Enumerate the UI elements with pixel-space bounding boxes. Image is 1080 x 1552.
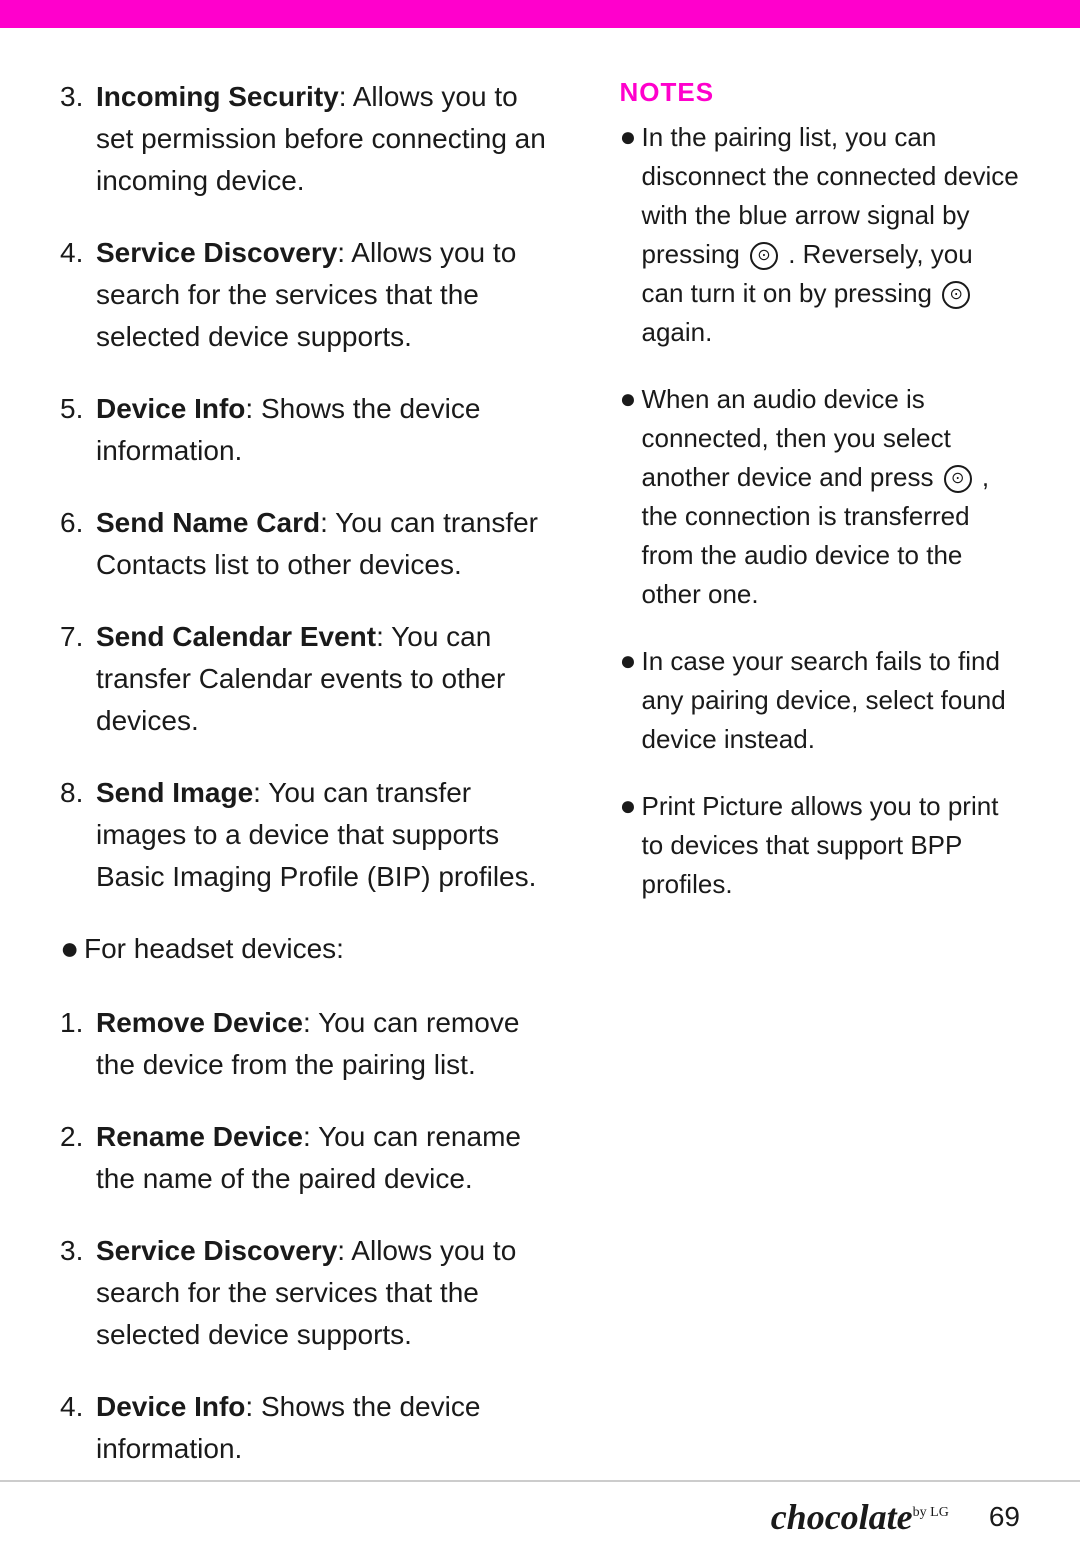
right-column: NOTES ● In the pairing list, you can dis… [610,76,1021,1500]
list-item-6: 6. Send Name Card: You can transfer Cont… [60,502,550,586]
headset-content-1: Remove Device: You can remove the device… [96,1002,550,1086]
note-item-1: ● In the pairing list, you can disconnec… [620,118,1021,352]
list-item-4: 4. Service Discovery: Allows you to sear… [60,232,550,358]
list-item-5: 5. Device Info: Shows the device informa… [60,388,550,472]
note-text-4: Print Picture allows you to print to dev… [642,787,1021,904]
content-area: 3. Incoming Security: Allows you to set … [0,28,1080,1500]
notes-label: NOTES [620,77,715,108]
list-item-3: 3. Incoming Security: Allows you to set … [60,76,550,202]
brand-suffix: by LG [913,1505,949,1520]
headset-content-4: Device Info: Shows the device informatio… [96,1386,550,1470]
bullet-dot-headset: ● [60,924,84,972]
footer-brand: chocolateby LG 69 [771,1496,1020,1538]
list-number-8: 8. [60,772,96,814]
headset-bullet-list: ● For headset devices: [60,928,550,972]
list-number-7: 7. [60,616,96,658]
left-column: 3. Incoming Security: Allows you to set … [60,76,570,1500]
headset-bold-3: Service Discovery [96,1235,337,1266]
list-item-8: 8. Send Image: You can transfer images t… [60,772,550,898]
headset-item-4: 4. Device Info: Shows the device informa… [60,1386,550,1470]
note-bullet-1: ● [620,116,642,158]
headset-number-2: 2. [60,1116,96,1158]
list-content-6: Send Name Card: You can transfer Contact… [96,502,550,586]
note-item-4: ● Print Picture allows you to print to d… [620,787,1021,904]
headset-number-3: 3. [60,1230,96,1272]
list-bold-7: Send Calendar Event [96,621,376,652]
main-numbered-list: 3. Incoming Security: Allows you to set … [60,76,550,898]
list-content-8: Send Image: You can transfer images to a… [96,772,550,898]
list-item-7: 7. Send Calendar Event: You can transfer… [60,616,550,742]
note-item-3: ● In case your search fails to find any … [620,642,1021,759]
notes-list: ● In the pairing list, you can disconnec… [620,118,1021,904]
list-bold-3: Incoming Security [96,81,339,112]
headset-numbered-list: 1. Remove Device: You can remove the dev… [60,1002,550,1470]
headset-content-2: Rename Device: You can rename the name o… [96,1116,550,1200]
note-text-2: When an audio device is connected, then … [642,380,1021,614]
list-bold-5: Device Info [96,393,245,424]
bullet-headset-text: For headset devices: [84,928,550,970]
headset-item-1: 1. Remove Device: You can remove the dev… [60,1002,550,1086]
circle-icon-2: ⊙ [942,281,970,309]
list-number-3: 3. [60,76,96,118]
note-text-1: In the pairing list, you can disconnect … [642,118,1021,352]
list-content-7: Send Calendar Event: You can transfer Ca… [96,616,550,742]
bullet-headset: ● For headset devices: [60,928,550,972]
list-bold-6: Send Name Card [96,507,320,538]
list-number-6: 6. [60,502,96,544]
note-bullet-2: ● [620,378,642,420]
list-content-4: Service Discovery: Allows you to search … [96,232,550,358]
headset-number-4: 4. [60,1386,96,1428]
brand-chocolate: chocolate [771,1497,913,1537]
circle-icon-1: ⊙ [750,242,778,270]
page-number: 69 [989,1501,1020,1533]
note-bullet-3: ● [620,640,642,682]
top-bar [0,0,1080,28]
list-bold-8: Send Image [96,777,253,808]
headset-content-3: Service Discovery: Allows you to search … [96,1230,550,1356]
note-item-2: ● When an audio device is connected, the… [620,380,1021,614]
note-text-3: In case your search fails to find any pa… [642,642,1021,759]
brand-name: chocolateby LG [771,1496,949,1538]
list-number-4: 4. [60,232,96,274]
headset-item-3: 3. Service Discovery: Allows you to sear… [60,1230,550,1356]
headset-number-1: 1. [60,1002,96,1044]
headset-bold-1: Remove Device [96,1007,303,1038]
footer: chocolateby LG 69 [0,1480,1080,1552]
list-bold-4: Service Discovery [96,237,337,268]
headset-bold-4: Device Info [96,1391,245,1422]
list-content-3: Incoming Security: Allows you to set per… [96,76,550,202]
headset-bold-2: Rename Device [96,1121,303,1152]
list-content-5: Device Info: Shows the device informatio… [96,388,550,472]
circle-icon-3: ⊙ [944,465,972,493]
list-number-5: 5. [60,388,96,430]
note-bullet-4: ● [620,785,642,827]
headset-item-2: 2. Rename Device: You can rename the nam… [60,1116,550,1200]
